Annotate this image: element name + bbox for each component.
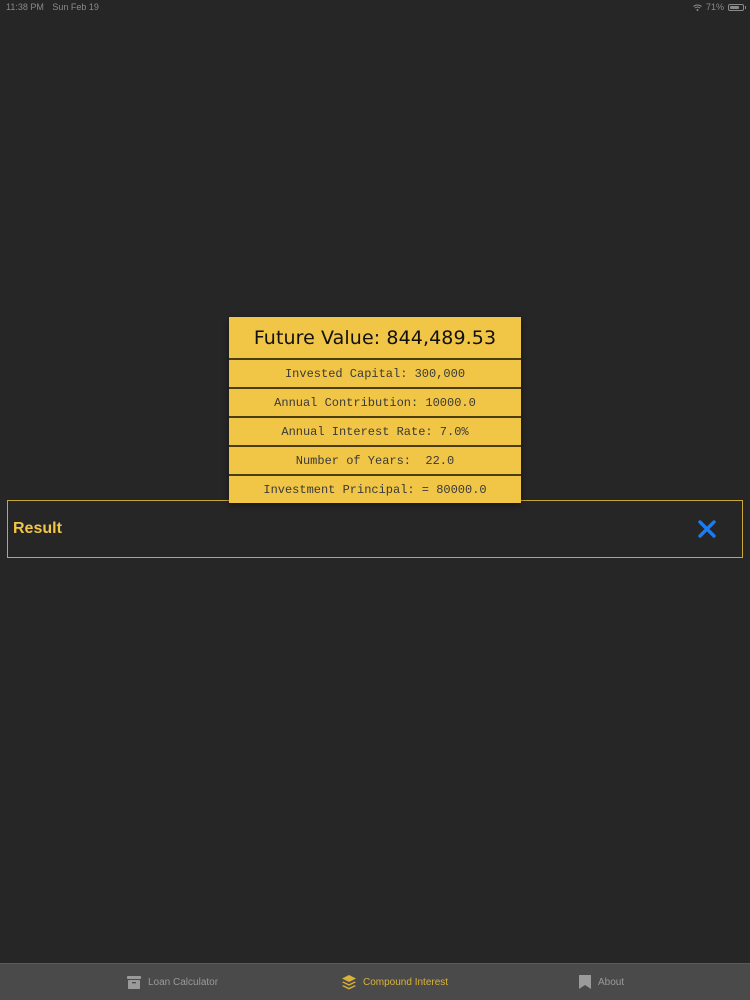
result-card: Future Value: 844,489.53 Invested Capita…: [229, 317, 521, 503]
x-icon: [698, 520, 716, 538]
status-bar: 11:38 PM Sun Feb 19 71%: [0, 0, 750, 14]
result-title: Result: [13, 520, 62, 537]
status-time-date: 11:38 PM Sun Feb 19: [6, 0, 105, 14]
status-indicators: 71%: [693, 0, 746, 14]
bookmark-icon: [579, 975, 591, 989]
annual-contribution: Annual Contribution: 10000.0: [229, 389, 521, 418]
tab-about-label: About: [598, 976, 625, 988]
annual-interest-rate: Annual Interest Rate: 7.0%: [229, 418, 521, 447]
status-time: 11:38 PM: [6, 2, 44, 12]
tab-bar: Loan Calculator Compound Interest About: [0, 963, 750, 1000]
archive-box-icon: [127, 976, 141, 989]
wifi-icon: [693, 4, 702, 11]
stacked-layers-icon: [342, 975, 356, 990]
tab-loan-calculator[interactable]: Loan Calculator: [126, 964, 218, 1000]
investment-principal: Investment Principal: = 80000.0: [263, 482, 487, 497]
tab-loan-calculator-label: Loan Calculator: [148, 976, 219, 988]
result-panel: Result: [7, 500, 743, 558]
future-value: Future Value: 844,489.53: [229, 317, 521, 360]
tab-compound-interest[interactable]: Compound Interest: [341, 964, 448, 1000]
tab-about[interactable]: About: [578, 964, 624, 1000]
battery-fill: [730, 5, 739, 9]
close-button[interactable]: [696, 518, 718, 540]
battery-percent: 71%: [705, 2, 724, 12]
tab-compound-interest-label: Compound Interest: [363, 976, 449, 988]
invested-capital: Invested Capital: 300,000: [229, 360, 521, 389]
status-date: Sun Feb 19: [52, 2, 99, 12]
battery-icon: [728, 3, 746, 11]
number-of-years: Number of Years: 22.0: [229, 447, 521, 476]
